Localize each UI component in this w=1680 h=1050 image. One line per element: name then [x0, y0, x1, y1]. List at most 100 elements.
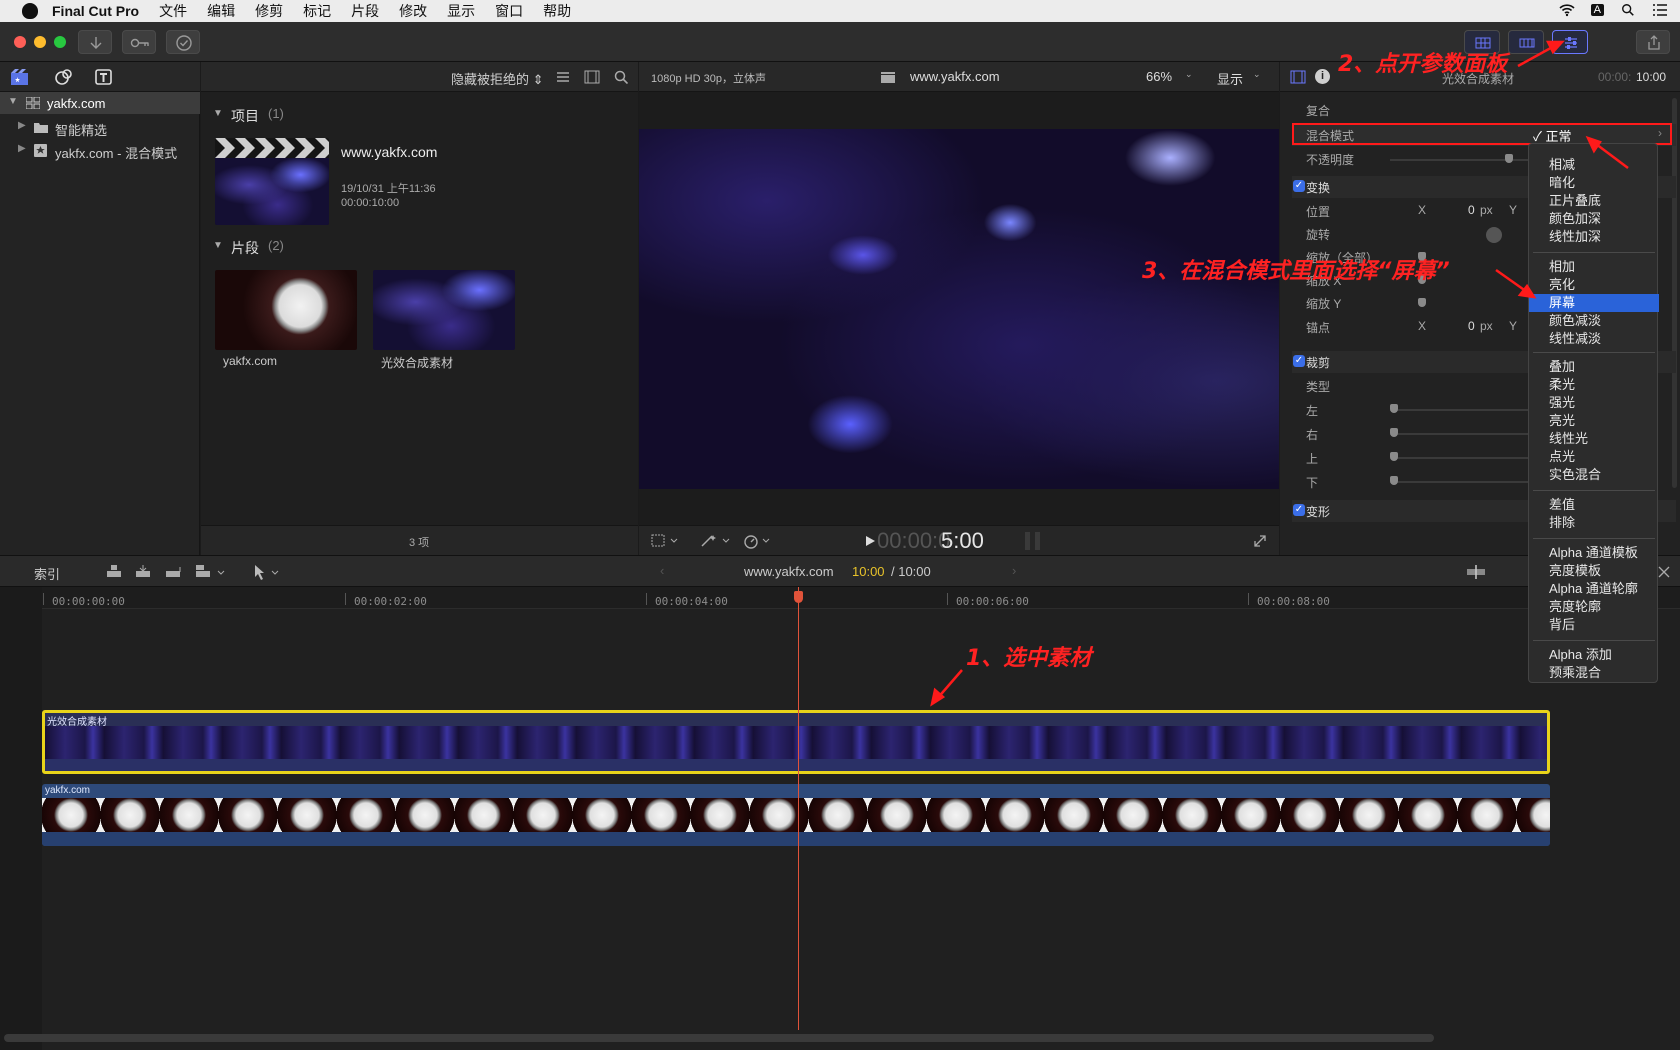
input-source-indicator[interactable]: A [1590, 4, 1604, 16]
show-timeline-toggle[interactable] [1508, 30, 1544, 54]
sidebar-item-library[interactable]: ▼ yakfx.com [0, 92, 200, 114]
blend-option-vivid-light[interactable]: 亮光 [1529, 412, 1659, 430]
enhancements-wand-icon[interactable] [699, 533, 733, 549]
inspector-scrollbar[interactable] [1672, 98, 1677, 488]
opacity-slider-knob[interactable] [1505, 154, 1513, 163]
position-x-value[interactable]: 0 [1468, 203, 1475, 217]
disclosure-open-icon[interactable]: ▼ [8, 96, 18, 107]
timeline-horizontal-scrollbar[interactable] [4, 1034, 1434, 1042]
projects-disclosure-icon[interactable]: ▼ [213, 108, 223, 119]
blend-option-color-burn[interactable]: 颜色加深 [1529, 210, 1659, 228]
spotlight-search-icon[interactable] [1620, 3, 1636, 17]
blend-option-subtract[interactable]: 相减 [1529, 156, 1659, 174]
menu-view[interactable]: 显示 [447, 1, 475, 21]
share-button[interactable] [1636, 30, 1670, 54]
close-window-button[interactable] [14, 36, 26, 48]
blend-option-premultiplied-mix[interactable]: 预乘混合 [1529, 664, 1659, 682]
timeline-ruler[interactable]: 00:00:00:00 00:00:02:00 00:00:04:00 00:0… [42, 587, 1680, 609]
apple-icon[interactable] [22, 3, 38, 19]
crop-bottom-knob[interactable] [1390, 476, 1398, 485]
crop-left-knob[interactable] [1390, 404, 1398, 413]
menu-mark[interactable]: 标记 [303, 1, 331, 21]
menu-help[interactable]: 帮助 [543, 1, 571, 21]
blend-option-linear-light[interactable]: 线性光 [1529, 430, 1659, 448]
libraries-icon[interactable] [10, 68, 30, 86]
disclosure-closed-icon[interactable]: ▶ [18, 143, 26, 154]
keywords-button[interactable] [122, 30, 156, 54]
clip-thumbnail-light[interactable] [373, 270, 515, 350]
blend-option-soft-light[interactable]: 柔光 [1529, 376, 1659, 394]
blend-option-lighten[interactable]: 亮化 [1529, 276, 1659, 294]
blend-option-multiply[interactable]: 正片叠底 [1529, 192, 1659, 210]
blend-option-difference[interactable]: 差值 [1529, 496, 1659, 514]
edit-buttons-icon[interactable] [104, 563, 234, 581]
crop-enable-checkbox[interactable]: ✓ [1293, 355, 1305, 367]
blend-option-screen[interactable]: 屏幕 [1529, 294, 1659, 312]
anchor-x-value[interactable]: 0 [1468, 319, 1475, 333]
clip-filter-popup[interactable]: 隐藏被拒绝的 ⇕ [451, 69, 544, 88]
blend-option-silhouette-luma[interactable]: 亮度轮廓 [1529, 598, 1659, 616]
blend-option-hard-mix[interactable]: 实色混合 [1529, 466, 1659, 484]
timeline-clip-light-effect[interactable]: 光效合成素材 [42, 710, 1550, 774]
timeline-forward-icon[interactable]: › [1012, 563, 1016, 578]
playhead-handle[interactable] [794, 591, 803, 603]
crop-top-slider[interactable] [1390, 457, 1540, 459]
crop-left-slider[interactable] [1390, 409, 1540, 411]
menu-clip[interactable]: 片段 [351, 1, 379, 21]
search-icon[interactable] [614, 70, 628, 84]
fullscreen-icon[interactable] [1253, 534, 1267, 548]
skimming-icon[interactable] [1466, 564, 1486, 580]
project-thumbnail[interactable] [215, 138, 329, 225]
blend-option-color-dodge[interactable]: 颜色减淡 [1529, 312, 1659, 330]
disclosure-closed-icon[interactable]: ▶ [18, 120, 26, 131]
zoom-chevron-down-icon[interactable]: ⌄ [1185, 69, 1193, 80]
titles-generators-icon[interactable] [94, 68, 114, 86]
zoom-popup[interactable]: 66% [1146, 69, 1172, 84]
blend-option-add[interactable]: 相加 [1529, 258, 1659, 276]
retime-speedometer-icon[interactable] [743, 533, 777, 549]
scale-y-knob[interactable] [1418, 298, 1426, 307]
distort-enable-checkbox[interactable]: ✓ [1293, 504, 1305, 516]
photos-audio-icon[interactable] [54, 68, 74, 86]
minimize-window-button[interactable] [34, 36, 46, 48]
opacity-slider[interactable] [1390, 159, 1540, 161]
timeline-back-icon[interactable]: ‹ [660, 563, 664, 578]
playhead[interactable] [798, 587, 799, 1030]
filmstrip-icon[interactable] [584, 70, 600, 84]
crop-right-slider[interactable] [1390, 433, 1540, 435]
info-icon[interactable]: i [1315, 69, 1330, 84]
timeline-clip-watch[interactable]: yakfx.com [42, 784, 1550, 846]
clip-thumbnail-watch[interactable] [215, 270, 357, 350]
video-inspector-icon[interactable] [1290, 70, 1306, 84]
crop-top-knob[interactable] [1390, 452, 1398, 461]
clip-appearance-icon[interactable] [556, 71, 570, 83]
show-inspector-toggle[interactable] [1552, 30, 1588, 54]
blend-option-hard-light[interactable]: 强光 [1529, 394, 1659, 412]
select-tool-arrow-icon[interactable] [252, 563, 282, 581]
viewer-video-frame[interactable] [639, 129, 1279, 489]
menu-window[interactable]: 窗口 [495, 1, 523, 21]
wifi-icon[interactable] [1559, 3, 1575, 17]
blend-option-stencil-luma[interactable]: 亮度模板 [1529, 562, 1659, 580]
blend-option-linear-burn[interactable]: 线性加深 [1529, 228, 1659, 246]
sidebar-item-smart-collections[interactable]: ▶ 智能精选 [0, 116, 200, 138]
menu-app-name[interactable]: Final Cut Pro [52, 3, 139, 19]
blend-option-silhouette-alpha[interactable]: Alpha 通道轮廓 [1529, 580, 1659, 598]
blend-option-alpha-add[interactable]: Alpha 添加 [1529, 646, 1659, 664]
clips-disclosure-icon[interactable]: ▼ [213, 240, 223, 251]
play-icon[interactable] [864, 535, 876, 547]
menu-edit[interactable]: 编辑 [207, 1, 235, 21]
blend-option-pin-light[interactable]: 点光 [1529, 448, 1659, 466]
transform-enable-checkbox[interactable]: ✓ [1293, 180, 1305, 192]
transform-tools-icon[interactable] [651, 534, 681, 548]
menu-file[interactable]: 文件 [159, 1, 187, 21]
view-options-popup[interactable]: 显示 [1217, 69, 1243, 88]
menu-modify[interactable]: 修改 [399, 1, 427, 21]
blend-option-behind[interactable]: 背后 [1529, 616, 1659, 634]
crop-right-knob[interactable] [1390, 428, 1398, 437]
notification-center-icon[interactable] [1652, 3, 1668, 17]
import-button[interactable] [78, 30, 112, 54]
blend-option-exclusion[interactable]: 排除 [1529, 514, 1659, 532]
sidebar-item-event[interactable]: ▶ yakfx.com - 混合模式 [0, 139, 200, 161]
menu-trim[interactable]: 修剪 [255, 1, 283, 21]
